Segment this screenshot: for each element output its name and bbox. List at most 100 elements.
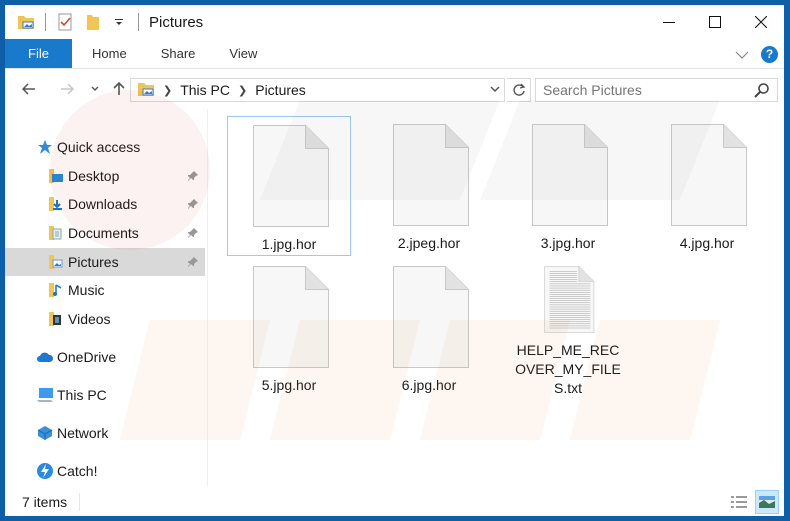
chevron-right-icon: ❯ — [238, 84, 248, 97]
sidebar-item-music[interactable]: Music — [5, 276, 205, 304]
onedrive-icon — [36, 348, 54, 366]
arrow-up-icon — [113, 82, 125, 95]
quick-access-toolbar: Pictures — [5, 5, 203, 39]
music-folder-icon — [47, 281, 65, 299]
close-icon — [755, 16, 767, 28]
sidebar-item-label: Documents — [68, 225, 139, 241]
pin-icon[interactable] — [187, 169, 199, 185]
chevron-down-icon — [735, 51, 749, 59]
sidebar-item-label: Downloads — [68, 196, 138, 212]
network-icon — [36, 424, 54, 442]
sidebar-item-label: Music — [68, 282, 105, 298]
file-item[interactable]: 2.jpeg.hor — [367, 116, 491, 256]
file-name: 6.jpg.hor — [401, 377, 457, 393]
tab-share[interactable]: Share — [144, 39, 213, 68]
pictures-folder-icon — [47, 253, 65, 271]
sidebar-item-label: This PC — [57, 387, 107, 403]
arrow-left-icon — [22, 83, 35, 95]
close-button[interactable] — [738, 5, 784, 39]
address-bar[interactable]: ❯ This PC ❯ Pictures — [130, 78, 505, 102]
maximize-icon — [709, 16, 721, 28]
sidebar-item-catch[interactable]: Catch! — [5, 457, 205, 485]
sidebar-item-label: Quick access — [57, 139, 141, 155]
minimize-icon — [663, 22, 675, 23]
forward-button[interactable] — [55, 77, 79, 101]
search-icon[interactable] — [754, 82, 770, 101]
chevron-down-icon — [490, 86, 500, 93]
refresh-button[interactable] — [507, 78, 531, 102]
maximize-button[interactable] — [692, 5, 738, 39]
text-file-icon — [544, 266, 595, 333]
sidebar-item-network[interactable]: Network — [5, 419, 205, 447]
details-view-button[interactable] — [727, 490, 751, 514]
chevron-down-icon — [91, 86, 99, 91]
sidebar-item-pictures[interactable]: Pictures — [5, 248, 205, 276]
refresh-icon — [512, 83, 525, 96]
tab-file[interactable]: File — [5, 39, 72, 68]
downloads-folder-icon — [47, 195, 65, 213]
large-icons-view-button[interactable] — [755, 490, 779, 514]
breadcrumb-pictures[interactable]: Pictures — [255, 82, 306, 98]
tab-home[interactable]: Home — [72, 39, 144, 68]
sidebar-item-desktop[interactable]: Desktop — [5, 162, 205, 190]
item-count: 7 items — [22, 493, 68, 510]
catch-icon — [36, 462, 54, 480]
file-item[interactable]: 6.jpg.hor — [367, 258, 491, 398]
sidebar-item-label: Videos — [68, 311, 111, 327]
pin-icon[interactable] — [187, 197, 199, 213]
title-bar: Pictures — [5, 5, 784, 39]
chevron-right-icon: ❯ — [163, 84, 173, 97]
file-name: 2.jpeg.hor — [397, 235, 461, 251]
desktop-folder-icon — [47, 167, 65, 185]
sidebar-item-label: Catch! — [57, 463, 98, 479]
file-item[interactable]: 4.jpg.hor — [645, 116, 769, 256]
file-name: 5.jpg.hor — [261, 377, 317, 393]
sidebar-item-onedrive[interactable]: OneDrive — [5, 343, 205, 371]
sidebar-item-videos[interactable]: Videos — [5, 305, 205, 333]
star-icon — [36, 138, 54, 156]
help-button[interactable]: ? — [761, 45, 778, 63]
status-bar: 7 items — [5, 487, 784, 516]
properties-icon[interactable] — [54, 11, 76, 33]
sidebar-item-this-pc[interactable]: This PC — [5, 381, 205, 409]
documents-folder-icon — [47, 224, 65, 242]
minimize-button[interactable] — [646, 5, 692, 39]
pictures-folder-icon[interactable] — [15, 11, 37, 33]
blank-file-icon — [532, 124, 608, 226]
file-name: 1.jpg.hor — [261, 236, 317, 252]
back-button[interactable] — [17, 77, 41, 101]
breadcrumb-this-pc[interactable]: This PC — [180, 82, 230, 98]
customize-dropdown-icon[interactable] — [108, 11, 130, 33]
sidebar-item-quick-access[interactable]: Quick access — [5, 133, 205, 161]
address-dropdown-button[interactable] — [490, 82, 500, 96]
blank-file-icon — [253, 266, 329, 368]
arrow-right-icon — [61, 83, 74, 95]
sidebar-item-label: OneDrive — [57, 349, 117, 365]
blank-file-icon — [393, 266, 469, 368]
pin-icon[interactable] — [187, 226, 199, 242]
explorer-window: Pictures File Home Share View ? ❯ This P… — [5, 5, 784, 516]
file-item[interactable]: HELP_ME_RECOVER_MY_FILES.txt — [506, 258, 630, 398]
this-pc-icon — [36, 386, 54, 404]
blank-file-icon — [253, 125, 329, 227]
sidebar-item-documents[interactable]: Documents — [5, 219, 205, 247]
file-item[interactable]: 1.jpg.hor — [227, 116, 351, 256]
sidebar-item-label: Pictures — [68, 254, 119, 270]
up-button[interactable] — [107, 77, 131, 101]
tab-view[interactable]: View — [212, 39, 274, 68]
expand-ribbon-button[interactable] — [735, 46, 749, 62]
new-folder-icon[interactable] — [82, 11, 104, 33]
window-title: Pictures — [149, 13, 204, 31]
navigation-bar: ❯ This PC ❯ Pictures — [5, 69, 784, 109]
file-item[interactable]: 5.jpg.hor — [227, 258, 351, 398]
details-view-icon — [731, 496, 747, 508]
navigation-pane: Quick access Desktop Downloads Documents — [5, 109, 207, 487]
sidebar-item-downloads[interactable]: Downloads — [5, 190, 205, 218]
search-box[interactable] — [535, 78, 778, 102]
videos-folder-icon — [47, 310, 65, 328]
file-name: 3.jpg.hor — [540, 235, 596, 251]
pin-icon[interactable] — [187, 255, 199, 271]
search-input[interactable] — [543, 82, 743, 98]
file-item[interactable]: 3.jpg.hor — [506, 116, 630, 256]
recent-locations-button[interactable] — [83, 77, 107, 101]
